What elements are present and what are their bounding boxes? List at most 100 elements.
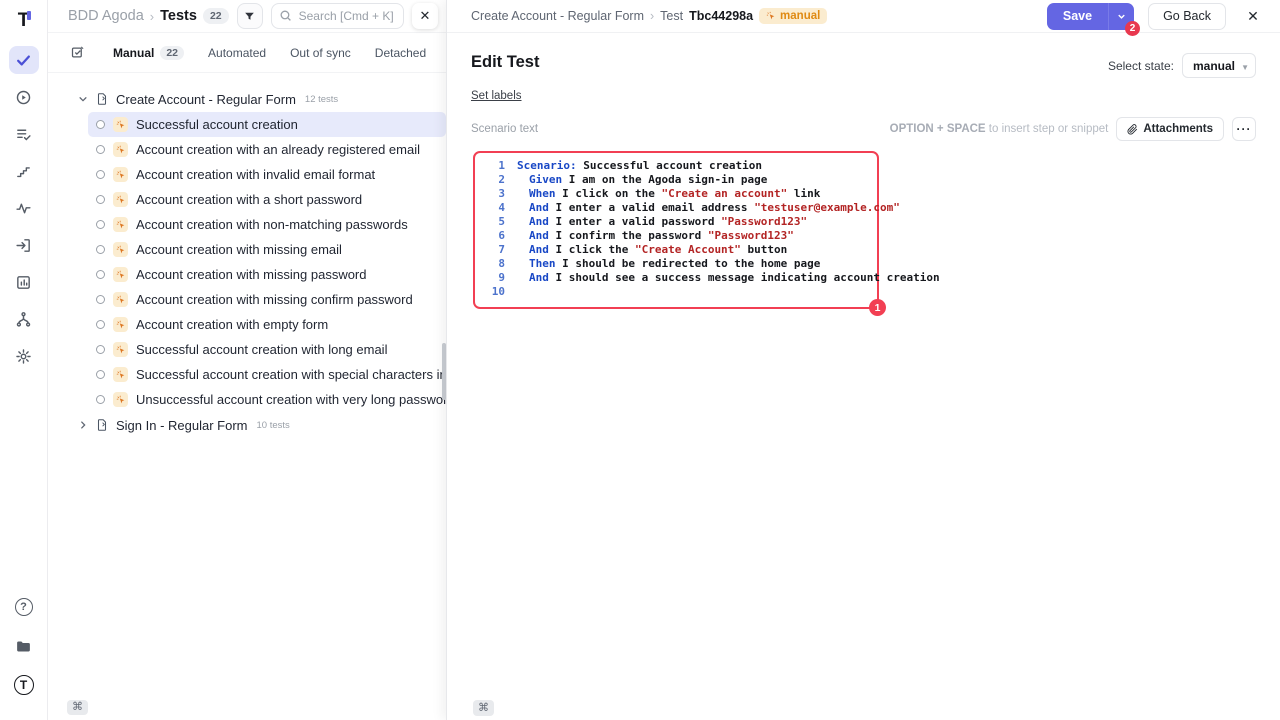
code-line[interactable]: 7And I click the "Create Account" button <box>475 243 877 257</box>
gherkin-keyword: And <box>529 243 549 256</box>
suite-name[interactable]: Create Account - Regular Form <box>116 92 296 107</box>
code-line[interactable]: 1Scenario: Successful account creation <box>475 159 877 173</box>
test-row[interactable]: Account creation with invalid email form… <box>88 162 446 187</box>
test-title[interactable]: Account creation with missing password <box>136 267 367 282</box>
rail-item-runs[interactable] <box>9 83 39 111</box>
command-key-badge: ⌘ <box>473 700 494 716</box>
go-back-button[interactable]: Go Back <box>1148 3 1226 30</box>
testomat-logo[interactable]: T <box>18 8 30 34</box>
tests-tree: Create Account - Regular Form12 tests Suc… <box>48 73 446 694</box>
code-line[interactable]: 8Then I should be redirected to the home… <box>475 257 877 271</box>
set-labels-link[interactable]: Set labels <box>471 90 522 102</box>
gherkin-string: "Create an account" <box>661 187 787 200</box>
test-title[interactable]: Account creation with invalid email form… <box>136 167 375 182</box>
code-line[interactable]: 2Given I am on the Agoda sign-in page <box>475 173 877 187</box>
test-title[interactable]: Account creation with missing email <box>136 242 342 257</box>
scenario-code-editor[interactable]: 1Scenario: Successful account creation2G… <box>473 151 879 309</box>
tab-out-of-sync[interactable]: Out of sync <box>290 46 351 60</box>
test-row[interactable]: Account creation with missing confirm pa… <box>88 287 446 312</box>
test-row[interactable]: Successful account creation <box>88 112 446 137</box>
test-row[interactable]: Account creation with non-matching passw… <box>88 212 446 237</box>
test-status-icon[interactable] <box>96 270 105 279</box>
rail-item-import[interactable] <box>9 231 39 259</box>
tab-manual[interactable]: Manual22 <box>113 46 184 60</box>
gherkin-text: I enter a valid email address <box>549 201 754 214</box>
gherkin-keyword: And <box>529 229 549 242</box>
rail-items <box>9 46 39 379</box>
filter-button[interactable] <box>237 3 263 29</box>
select-tests-icon[interactable] <box>70 45 85 60</box>
line-number: 4 <box>475 201 505 215</box>
test-row[interactable]: Unsuccessful account creation with very … <box>88 387 446 412</box>
test-row[interactable]: Successful account creation with long em… <box>88 337 446 362</box>
line-number: 9 <box>475 271 505 285</box>
suite-name[interactable]: Sign In - Regular Form <box>116 418 248 433</box>
gherkin-text: link <box>787 187 820 200</box>
test-row[interactable]: Successful account creation with special… <box>88 362 446 387</box>
test-status-icon[interactable] <box>96 170 105 179</box>
test-title[interactable]: Successful account creation with special… <box>136 367 446 382</box>
rail-item-tests[interactable] <box>9 46 39 74</box>
test-status-icon[interactable] <box>96 370 105 379</box>
code-line[interactable]: 3When I click on the "Create an account"… <box>475 187 877 201</box>
logo-circle-icon: T <box>14 675 34 695</box>
suite-row[interactable]: Create Account - Regular Form12 tests <box>48 86 446 112</box>
test-status-icon[interactable] <box>96 320 105 329</box>
code-line[interactable]: 5And I enter a valid password "Password1… <box>475 215 877 229</box>
test-row[interactable]: Account creation with missing password <box>88 262 446 287</box>
rail-item-pulse[interactable] <box>9 194 39 222</box>
breadcrumb-separator: › <box>150 9 154 24</box>
gherkin-text: I am on the Agoda sign-in page <box>562 173 767 186</box>
test-title[interactable]: Account creation with an already registe… <box>136 142 420 157</box>
breadcrumb-project[interactable]: BDD Agoda <box>68 8 144 24</box>
test-title[interactable]: Account creation with a short password <box>136 192 362 207</box>
test-status-icon[interactable] <box>96 145 105 154</box>
test-title[interactable]: Successful account creation <box>136 117 298 132</box>
breadcrumb-suite[interactable]: Create Account - Regular Form <box>471 9 644 23</box>
rail-item-settings[interactable] <box>9 342 39 370</box>
rail-item-branches[interactable] <box>9 305 39 333</box>
editor-close-button[interactable]: ✕ <box>1240 3 1266 29</box>
rail-item-about[interactable]: T <box>9 671 39 699</box>
more-options-button[interactable]: ··· <box>1232 117 1256 141</box>
state-select[interactable]: manual ▼ <box>1182 53 1256 78</box>
select-state-label: Select state: <box>1108 59 1174 73</box>
tab-automated[interactable]: Automated <box>208 46 266 60</box>
attachments-button[interactable]: Attachments <box>1116 117 1224 141</box>
breadcrumb-section[interactable]: Tests <box>160 8 197 24</box>
code-line[interactable]: 6And I confirm the password "Password123… <box>475 229 877 243</box>
rail-item-projects[interactable] <box>9 632 39 660</box>
test-title[interactable]: Account creation with missing confirm pa… <box>136 292 413 307</box>
test-status-icon[interactable] <box>96 395 105 404</box>
test-title[interactable]: Unsuccessful account creation with very … <box>136 392 446 407</box>
test-row[interactable]: Account creation with an already registe… <box>88 137 446 162</box>
save-button[interactable]: Save <box>1047 3 1108 30</box>
test-row[interactable]: Account creation with empty form <box>88 312 446 337</box>
test-status-icon[interactable] <box>96 345 105 354</box>
chevron-down-icon[interactable] <box>78 94 88 104</box>
rail-item-reports[interactable] <box>9 268 39 296</box>
suite-row[interactable]: Sign In - Regular Form10 tests <box>48 412 446 438</box>
code-line[interactable]: 10 <box>475 285 877 299</box>
rail-item-help[interactable]: ? <box>9 593 39 621</box>
cursor-click-icon <box>766 11 776 21</box>
test-status-icon[interactable] <box>96 295 105 304</box>
test-status-icon[interactable] <box>96 195 105 204</box>
test-row[interactable]: Account creation with a short password <box>88 187 446 212</box>
test-row[interactable]: Account creation with missing email <box>88 237 446 262</box>
rail-item-steps[interactable] <box>9 157 39 185</box>
test-title[interactable]: Account creation with empty form <box>136 317 328 332</box>
code-line[interactable]: 4And I enter a valid email address "test… <box>475 201 877 215</box>
test-title[interactable]: Successful account creation with long em… <box>136 342 387 357</box>
code-line[interactable]: 9And I should see a success message indi… <box>475 271 877 285</box>
test-status-icon[interactable] <box>96 220 105 229</box>
tab-detached[interactable]: Detached <box>375 46 426 60</box>
chevron-right-icon[interactable] <box>78 420 88 430</box>
line-number: 5 <box>475 215 505 229</box>
test-status-icon[interactable] <box>96 245 105 254</box>
rail-item-plans[interactable] <box>9 120 39 148</box>
breadcrumb-test-id[interactable]: Tbc44298a <box>689 9 753 23</box>
panel-close-button[interactable]: ✕ <box>412 3 438 29</box>
test-status-icon[interactable] <box>96 120 105 129</box>
test-title[interactable]: Account creation with non-matching passw… <box>136 217 408 232</box>
